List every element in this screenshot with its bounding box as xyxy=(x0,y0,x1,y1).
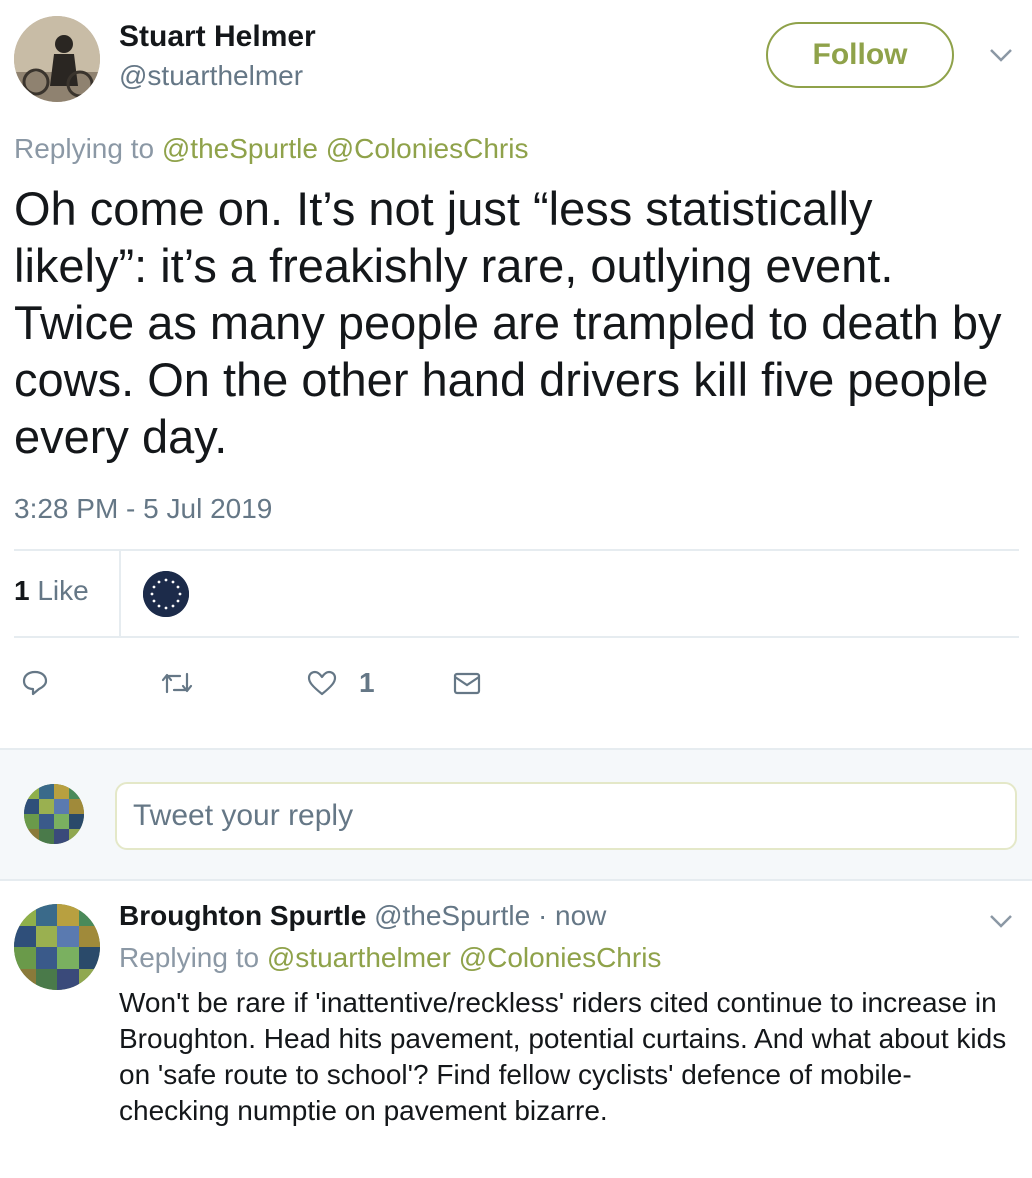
reply-button[interactable] xyxy=(20,668,50,703)
replying-prefix: Replying to xyxy=(119,942,260,973)
divider xyxy=(14,549,1019,551)
reply-text: Won't be rare if 'inattentive/reckless' … xyxy=(119,987,1007,1126)
tweet-timestamp[interactable]: 3:28 PM - 5 Jul 2019 xyxy=(14,493,272,525)
mention-link[interactable]: @theSpurtle xyxy=(162,133,318,164)
reply-time: · now xyxy=(537,900,607,931)
mention-link[interactable]: @stuarthelmer xyxy=(267,942,451,973)
retweet-button[interactable] xyxy=(160,668,194,703)
likes-number: 1 xyxy=(14,575,30,606)
tweet-text: Oh come on. It’s not just “less statisti… xyxy=(14,182,1002,463)
direct-message-button[interactable] xyxy=(452,668,482,703)
author-handle[interactable]: @stuarthelmer xyxy=(119,60,303,92)
replying-prefix: Replying to xyxy=(14,133,155,164)
reply-author-name[interactable]: Broughton Spurtle xyxy=(119,900,366,931)
follow-button[interactable]: Follow xyxy=(766,22,954,88)
author-avatar[interactable] xyxy=(14,16,100,102)
reply-author-handle[interactable]: @theSpurtle xyxy=(374,900,530,931)
message-icon xyxy=(452,668,482,703)
reply-header: Broughton Spurtle @theSpurtle · now xyxy=(119,900,606,932)
like-count: 1 xyxy=(359,667,375,698)
likes-label: Like xyxy=(37,575,89,606)
liker-avatar[interactable] xyxy=(143,571,189,617)
heart-icon xyxy=(306,668,338,703)
likes-count[interactable]: 1 Like xyxy=(14,575,89,607)
chevron-down-icon[interactable] xyxy=(986,40,1016,70)
divider xyxy=(119,551,121,637)
user-avatar[interactable] xyxy=(24,784,84,844)
divider xyxy=(0,879,1032,881)
like-button[interactable] xyxy=(306,668,338,703)
reply-input[interactable] xyxy=(115,782,1017,850)
mention-link[interactable]: @ColoniesChris xyxy=(326,133,529,164)
reply-replying-to: Replying to @stuarthelmer @ColoniesChris xyxy=(119,942,661,974)
mention-link[interactable]: @ColoniesChris xyxy=(459,942,662,973)
chevron-down-icon[interactable] xyxy=(986,906,1016,936)
retweet-icon xyxy=(160,668,194,703)
reply-author-avatar[interactable] xyxy=(14,904,100,990)
replying-to: Replying to @theSpurtle @ColoniesChris xyxy=(14,133,528,165)
author-name[interactable]: Stuart Helmer xyxy=(119,20,316,54)
divider xyxy=(0,748,1032,750)
reply-icon xyxy=(20,668,50,703)
divider xyxy=(14,636,1019,638)
